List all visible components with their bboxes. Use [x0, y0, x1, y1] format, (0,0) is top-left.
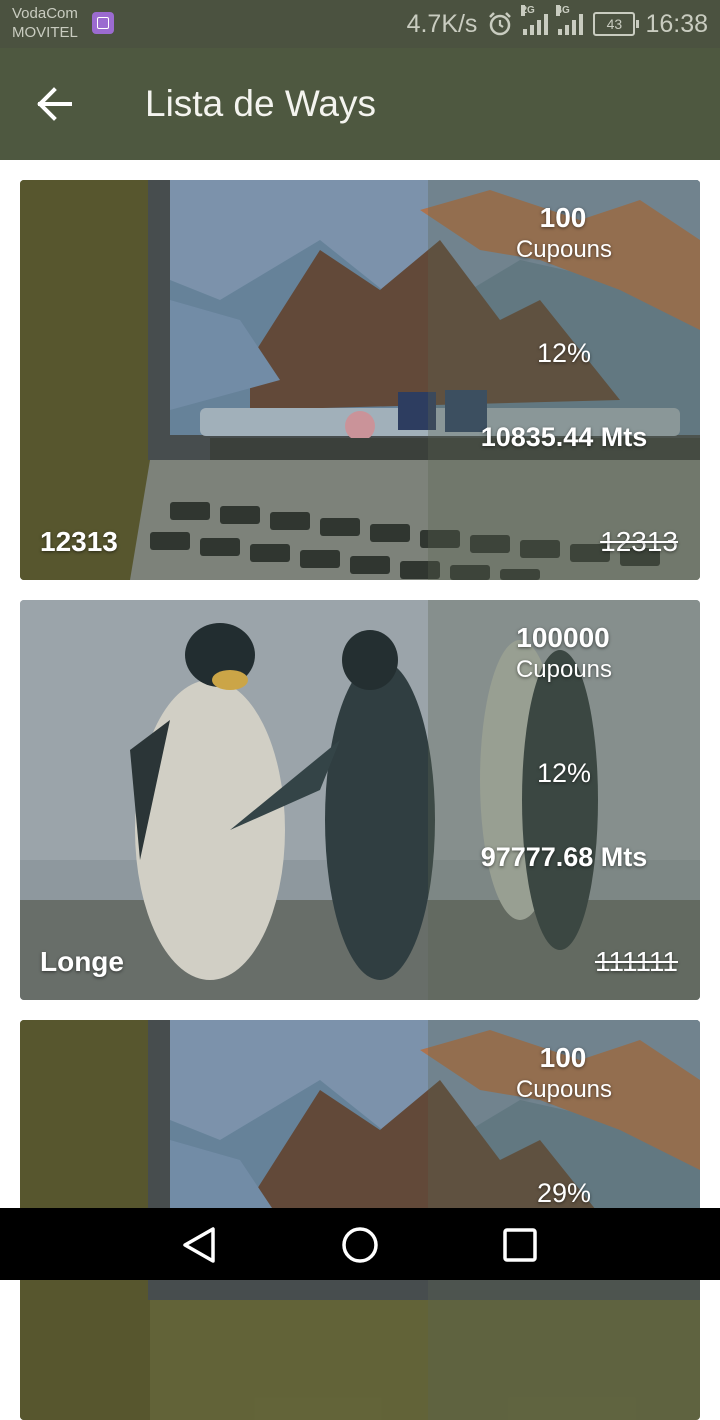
status-bar: VodaCom MOVITEL 4.7K/s 2G 4G 43 16:38	[0, 0, 720, 48]
coupon-label: Cupouns	[515, 236, 613, 263]
nav-recents-button[interactable]	[495, 1220, 545, 1270]
way-card[interactable]: 100000 Cupouns 12% 97777.68 Mts Longe 11…	[20, 600, 700, 1000]
carrier-secondary-name: MOVITEL	[12, 24, 78, 41]
page-title: Lista de Ways	[145, 83, 376, 124]
coupon-count: 100	[539, 202, 587, 233]
system-nav-bar	[0, 1208, 720, 1280]
original-price: 111111	[594, 946, 678, 977]
discounted-price: 10835.44 Mts	[480, 422, 648, 452]
home-circle-icon	[342, 1227, 378, 1263]
battery-icon: 43	[593, 12, 640, 36]
way-card[interactable]: 100 Cupouns 12% 10835.44 Mts 12313 12313	[20, 180, 700, 580]
signal-icon: 2G	[521, 5, 549, 35]
recents-square-icon	[503, 1228, 537, 1262]
nav-back-button[interactable]	[175, 1220, 225, 1270]
discount-percent: 12%	[536, 758, 592, 788]
back-button[interactable]	[30, 82, 82, 126]
signal-4g-label: 4G	[556, 5, 570, 16]
arrow-left-icon	[37, 87, 72, 121]
nav-home-button[interactable]	[335, 1220, 385, 1270]
signal-icon: 4G	[556, 5, 584, 35]
card-label: 12313	[40, 526, 118, 557]
discount-percent: 12%	[536, 338, 592, 368]
discount-percent: 29%	[536, 1178, 592, 1208]
network-speed: 4.7K/s	[406, 9, 478, 38]
carrier-name: VodaCom	[12, 5, 78, 22]
coupon-count: 100000	[516, 622, 610, 653]
battery-level: 43	[606, 16, 623, 32]
alarm-icon	[489, 12, 512, 36]
app-bar: Lista de Ways	[0, 48, 720, 160]
carrier-info: VodaCom MOVITEL	[12, 4, 78, 42]
discounted-price: 97777.68 Mts	[480, 842, 648, 872]
card-label: Longe	[40, 946, 124, 977]
coupon-label: Cupouns	[515, 1076, 613, 1103]
original-price: 12313	[600, 526, 678, 557]
gallery-icon	[92, 12, 114, 34]
status-indicators: 4.7K/s 2G 4G 43 16:38	[406, 5, 708, 40]
clock: 16:38	[645, 9, 708, 38]
coupon-label: Cupouns	[515, 656, 613, 683]
back-triangle-icon	[183, 1227, 215, 1263]
coupon-count: 100	[539, 1042, 587, 1073]
signal-2g-label: 2G	[521, 5, 535, 16]
